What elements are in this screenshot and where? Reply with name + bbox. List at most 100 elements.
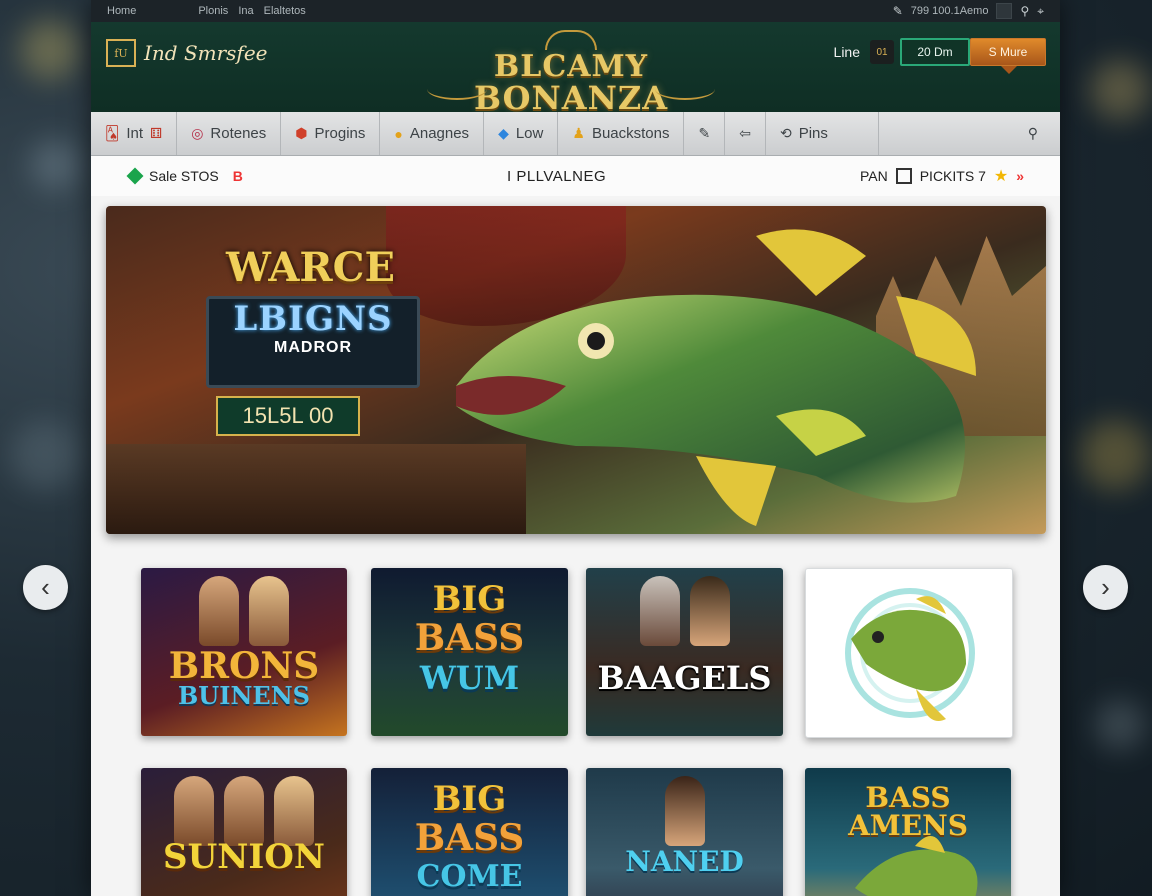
game-card[interactable]: BASS AMENS xyxy=(805,768,1011,896)
game-title-line2: BASS xyxy=(414,617,525,659)
sale-status[interactable]: Sale STOS B xyxy=(126,167,243,185)
game-card[interactable]: NANED xyxy=(586,768,783,896)
topbar-link-ina[interactable]: Ina xyxy=(238,5,253,17)
nav-label: Anagnes xyxy=(409,125,470,142)
game-title: BIG xyxy=(432,779,507,819)
bass-fish-image xyxy=(456,229,976,526)
site-header: fU Ind Smrsfee BLCAMY BONANZA Line 01 20… xyxy=(91,22,1060,114)
pin-icon: ✎ xyxy=(698,125,711,141)
board-bottom-text: MADROR xyxy=(274,339,352,356)
game-card[interactable]: BAAGELS xyxy=(586,568,783,736)
bokeh-light xyxy=(1090,60,1150,120)
game-characters xyxy=(171,776,317,846)
topbar-link-home[interactable]: Home xyxy=(107,5,136,17)
carousel-prev-button[interactable]: ‹ xyxy=(23,565,68,610)
jackpot-counter: 15L5L 00 xyxy=(216,396,360,436)
nav-item-pins[interactable]: ⟲ Pins xyxy=(766,112,879,155)
sync-icon: ⟲ xyxy=(779,125,792,141)
bokeh-light xyxy=(30,140,80,190)
game-card[interactable]: SUNION xyxy=(141,768,347,896)
infobar-center-label: I PLLVALNEG xyxy=(507,167,607,185)
edit-icon[interactable]: ✎ xyxy=(893,4,903,18)
game-title-line3: WUM xyxy=(419,659,520,697)
bass-fish-icon xyxy=(845,588,975,721)
game-title: BAAGELS xyxy=(597,659,772,697)
site-logo-text: Ind Smrsfee xyxy=(144,41,268,65)
logo-badge: fU xyxy=(106,39,136,67)
game-characters xyxy=(616,776,753,846)
topbar-link-plonis[interactable]: Plonis xyxy=(198,5,228,17)
slot-board: LBIGNS MADROR xyxy=(206,296,420,388)
game-title: BRONS xyxy=(168,645,320,687)
top-utility-bar: Home Plonis Ina Elaltetos ✎ 799 100.1Aem… xyxy=(91,0,1060,22)
nav-item-int[interactable]: 🂡 Int ⚅ xyxy=(91,112,178,155)
banner-title: WARCE xyxy=(226,244,395,291)
bokeh-light xyxy=(1080,420,1150,490)
nav-item-pin[interactable]: ✎ xyxy=(684,112,726,155)
nav-label: Buackstons xyxy=(591,125,670,142)
nav-item-low[interactable]: ◆ Low xyxy=(484,112,559,155)
nav-item-back[interactable]: ⇦ xyxy=(725,112,766,155)
nav-item-progins[interactable]: ⬢ Progins xyxy=(281,112,381,155)
shield-icon: ⬢ xyxy=(295,125,308,141)
line-badge[interactable]: 01 xyxy=(870,40,894,64)
nav-item-anagnes[interactable]: ● Anagnes xyxy=(380,112,485,155)
picks-label[interactable]: PICKITS 7 xyxy=(920,168,986,184)
brand-logo[interactable]: BLCAMY BONANZA xyxy=(421,30,721,114)
diamond-icon xyxy=(126,167,144,185)
game-card[interactable]: BIG BASS COME xyxy=(371,768,568,896)
window-box-icon[interactable] xyxy=(996,3,1013,19)
dice-icon: ⚅ xyxy=(150,125,163,141)
gem-icon: ◆ xyxy=(498,125,509,141)
topbar-right-tools: ✎ 799 100.1Aemo ⚲ ⌖ xyxy=(893,3,1044,19)
nav-search[interactable]: ⚲ xyxy=(1014,112,1060,155)
main-nav: 🂡 Int ⚅ ◎ Rotenes ⬢ Progins ● Anagnes ◆ … xyxy=(91,112,1060,156)
double-chevron-icon[interactable]: » xyxy=(1016,168,1024,184)
coin-icon: ● xyxy=(394,125,403,142)
topbar-link-elaltetos[interactable]: Elaltetos xyxy=(264,5,306,17)
game-card[interactable] xyxy=(805,568,1013,738)
sale-label: Sale STOS xyxy=(149,168,219,184)
game-characters xyxy=(616,576,753,646)
nav-item-buackstons[interactable]: ♟ Buackstons xyxy=(558,112,685,155)
star-icon: ★ xyxy=(993,168,1009,185)
infobar-right: PAN PICKITS 7 ★ » xyxy=(860,166,1024,186)
bookmark-icon[interactable]: ⌖ xyxy=(1037,4,1044,19)
game-title: NANED xyxy=(625,845,744,878)
hero-banner[interactable]: WARCE LBIGNS MADROR 15L5L 00 xyxy=(106,206,1046,534)
pan-label[interactable]: PAN xyxy=(860,168,888,184)
browser-page: Home Plonis Ina Elaltetos ✎ 799 100.1Aem… xyxy=(91,0,1060,896)
game-title: SUNION xyxy=(163,837,325,877)
game-card[interactable]: BIG BASS WUM xyxy=(371,568,568,736)
nav-label: Rotenes xyxy=(210,125,267,142)
promo-infobar: Sale STOS B I PLLVALNEG PAN PICKITS 7 ★ … xyxy=(91,156,1060,196)
bass-fish-icon xyxy=(855,836,978,896)
checkbox-icon[interactable] xyxy=(895,168,912,184)
cards-icon: 🂡 xyxy=(105,125,120,141)
logo-swoosh-left xyxy=(427,78,487,100)
crown-icon xyxy=(545,30,597,50)
nav-item-rotenes[interactable]: ◎ Rotenes xyxy=(177,112,282,155)
back-icon: ⇦ xyxy=(739,125,751,141)
login-button[interactable]: 20 Dm xyxy=(900,38,970,66)
nav-label: Int xyxy=(126,125,144,142)
logo-swoosh-right xyxy=(655,78,715,100)
user-icon: ♟ xyxy=(572,125,585,141)
sale-suffix: B xyxy=(232,168,243,184)
topbar-status: 799 100.1Aemo xyxy=(910,5,989,17)
nav-label: Progins xyxy=(314,125,366,142)
line-label[interactable]: Line xyxy=(834,44,860,60)
nav-label: Pins xyxy=(798,125,828,142)
bokeh-light xyxy=(1095,700,1145,750)
game-card[interactable]: BRONS BUINENS xyxy=(141,568,347,736)
carousel-next-button[interactable]: › xyxy=(1083,565,1128,610)
search-icon: ⚲ xyxy=(1027,125,1038,141)
board-top-text: LBIGNS xyxy=(233,299,393,339)
game-title-line3: COME xyxy=(416,859,523,894)
game-characters xyxy=(171,576,317,646)
signup-button[interactable]: S Mure xyxy=(970,38,1046,74)
nav-label: Low xyxy=(515,125,544,142)
search-icon[interactable]: ⚲ xyxy=(1020,4,1029,18)
bokeh-light xyxy=(20,20,80,80)
site-logo[interactable]: fU Ind Smrsfee xyxy=(106,39,268,67)
